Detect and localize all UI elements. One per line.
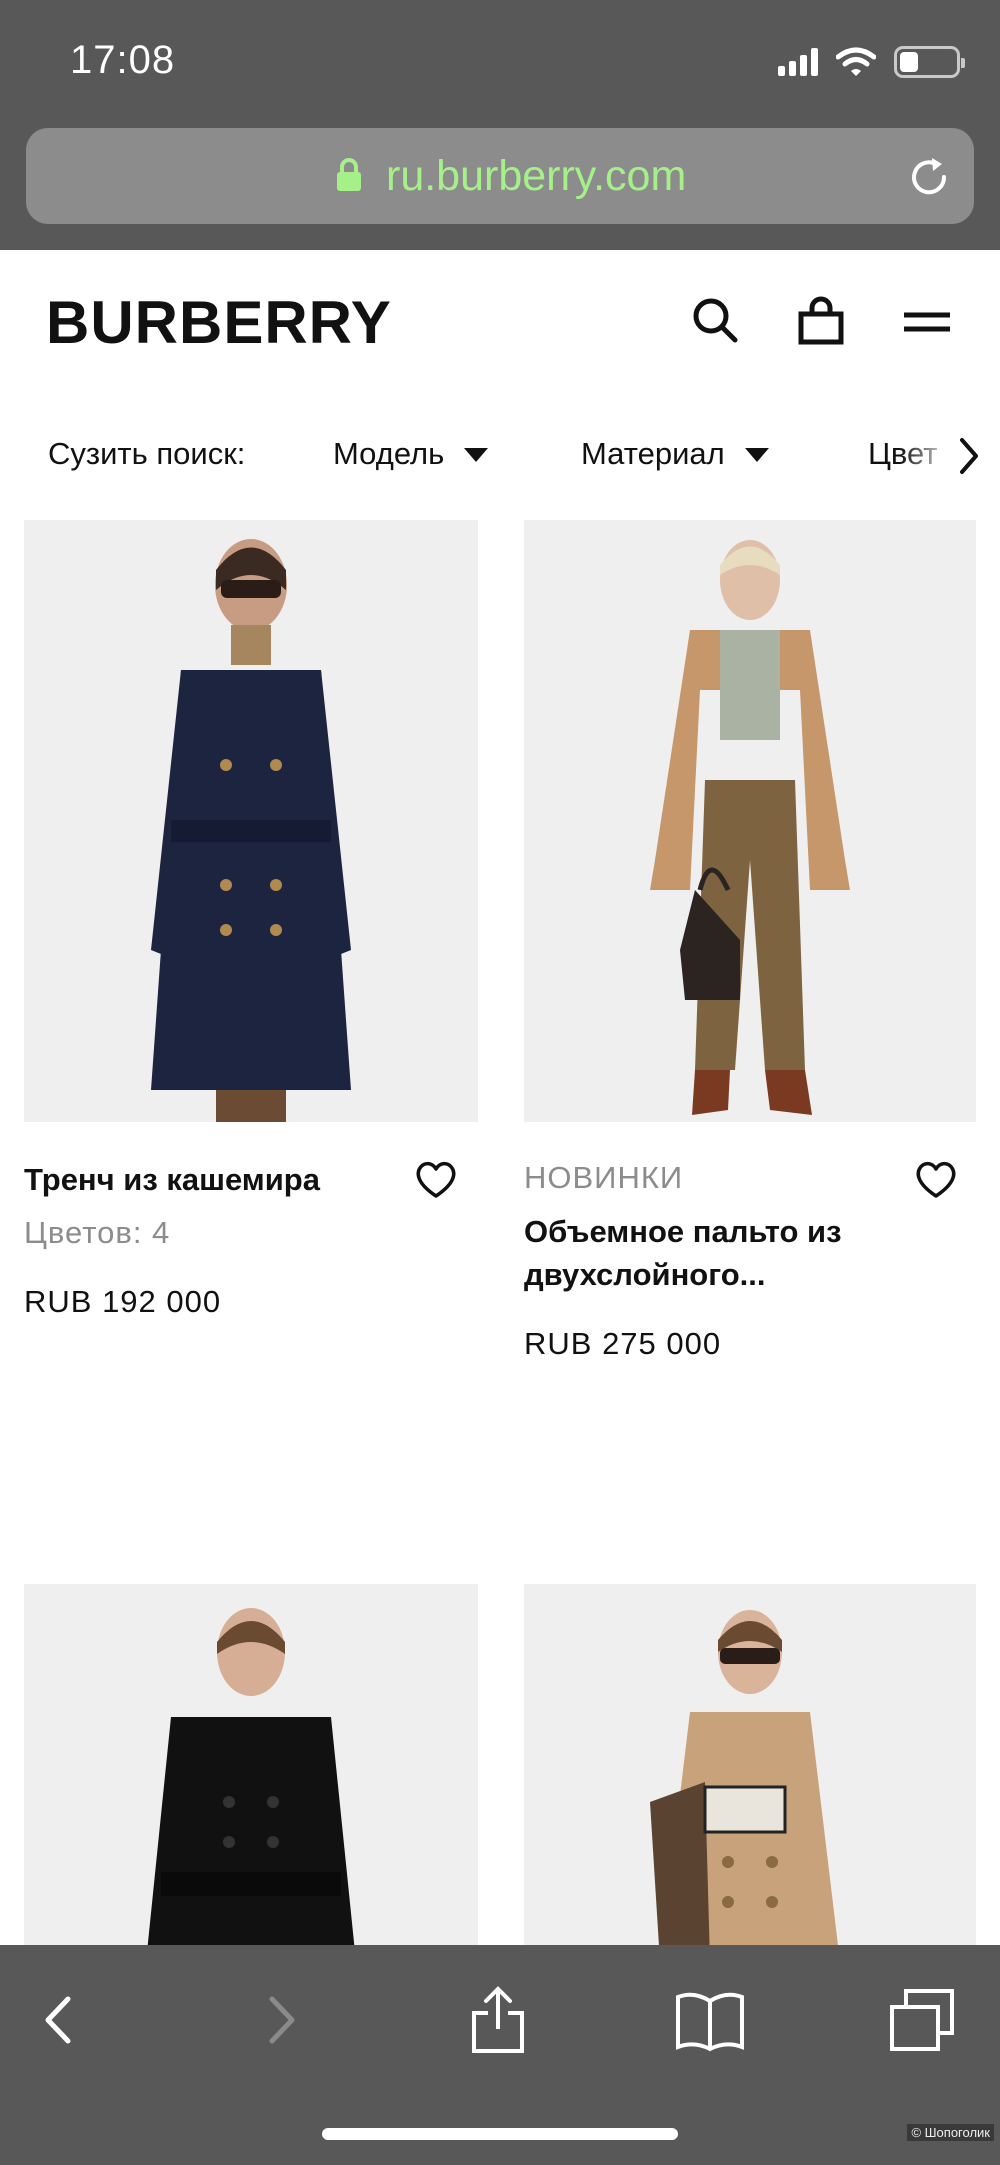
black-trench-coat-image xyxy=(147,1608,355,1945)
search-icon[interactable] xyxy=(690,296,740,346)
address-bar[interactable]: ru.burberry.com xyxy=(26,128,974,224)
brand-logo[interactable]: BURBERRY xyxy=(46,288,392,357)
share-icon[interactable] xyxy=(466,1985,530,2055)
status-indicators xyxy=(778,44,965,80)
dropdown-arrow-icon xyxy=(464,448,489,462)
home-indicator[interactable] xyxy=(322,2128,678,2140)
product-price: RUB 275 000 xyxy=(524,1326,722,1361)
product-image[interactable] xyxy=(524,520,976,1122)
menu-icon[interactable] xyxy=(902,296,952,346)
battery-icon xyxy=(894,46,965,78)
product-image[interactable] xyxy=(24,520,478,1122)
status-time: 17:08 xyxy=(70,38,176,82)
shopping-bag-icon[interactable] xyxy=(796,296,846,346)
filter-material-label: Материал xyxy=(581,436,725,471)
filter-material-dropdown[interactable]: Материал xyxy=(581,436,769,472)
product-badge: НОВИНКИ xyxy=(524,1160,684,1195)
filter-model-dropdown[interactable]: Модель xyxy=(333,436,489,472)
wishlist-heart-icon[interactable] xyxy=(414,1160,458,1200)
filter-model-label: Модель xyxy=(333,436,445,471)
tabs-icon[interactable] xyxy=(886,1985,958,2055)
product-image[interactable] xyxy=(24,1584,478,1945)
chevron-right-icon[interactable] xyxy=(958,434,982,478)
wishlist-heart-icon[interactable] xyxy=(914,1160,958,1200)
product-colors: Цветов: 4 xyxy=(24,1215,171,1250)
browser-top-chrome: 17:08 ru.burberry.com xyxy=(0,0,1000,250)
filter-bar: Сузить поиск: Модель Материал Цвет xyxy=(0,430,1000,484)
product-title[interactable]: Объемное пальто из двухслойного... xyxy=(524,1210,924,1296)
camel-coat-image xyxy=(650,540,850,1115)
address-url[interactable]: ru.burberry.com xyxy=(386,152,686,201)
wifi-icon xyxy=(836,47,876,76)
reload-icon[interactable] xyxy=(906,154,952,200)
forward-icon[interactable] xyxy=(248,1985,312,2055)
cellular-signal-icon xyxy=(778,48,818,76)
navy-trench-coat-image xyxy=(151,539,351,1122)
product-price: RUB 192 000 xyxy=(24,1284,222,1319)
beige-trench-coat-image xyxy=(650,1610,838,1945)
bookmarks-icon[interactable] xyxy=(674,1985,746,2055)
product-title[interactable]: Тренч из кашемира xyxy=(24,1158,320,1201)
product-image[interactable] xyxy=(524,1584,976,1945)
back-icon[interactable] xyxy=(28,1985,92,2055)
lock-icon xyxy=(337,158,361,191)
filter-label: Сузить поиск: xyxy=(48,436,246,471)
watermark: © Шопоголик xyxy=(907,2124,994,2141)
dropdown-arrow-icon xyxy=(744,448,769,462)
